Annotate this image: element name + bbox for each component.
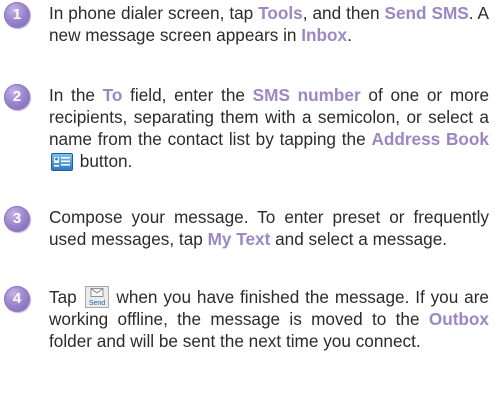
outbox-label: Outbox [428,309,489,329]
step-text: In phone dialer screen, tap Tools, and t… [49,2,489,46]
step-number-badge: 3 [4,206,30,232]
address-book-icon [51,153,73,171]
text-run: , and then [302,3,385,23]
step-number-badge: 2 [4,84,30,110]
text-run: . [347,25,352,45]
sms-number-label: SMS number [252,85,361,105]
tools-menu-label: Tools [258,3,303,23]
send-sms-label: Send SMS [384,3,469,23]
text-run: In the [49,85,103,105]
step-text: Compose your message. To enter preset or… [49,206,489,250]
send-icon: Send [84,286,109,308]
step-text: Tap Send when you have finished the mess… [49,286,489,352]
text-run: and select a message. [270,229,448,249]
step-text: In the To field, enter the SMS number of… [49,84,489,172]
address-book-label: Address Book [371,129,489,149]
text-run: when you have finished the message. If y… [49,287,489,329]
text-run: button. [75,151,133,171]
text-run: field, enter the [122,85,253,105]
my-text-label: My Text [207,229,271,249]
step-number-badge: 4 [4,286,30,312]
text-run: folder and will be sent the next time yo… [49,331,421,351]
inbox-label: Inbox [301,25,348,45]
text-run: In phone dialer screen, tap [49,3,259,23]
to-field-label: To [102,85,123,105]
svg-text:Send: Send [88,300,104,307]
text-run: Tap [49,287,83,307]
step-number-badge: 1 [4,2,30,28]
